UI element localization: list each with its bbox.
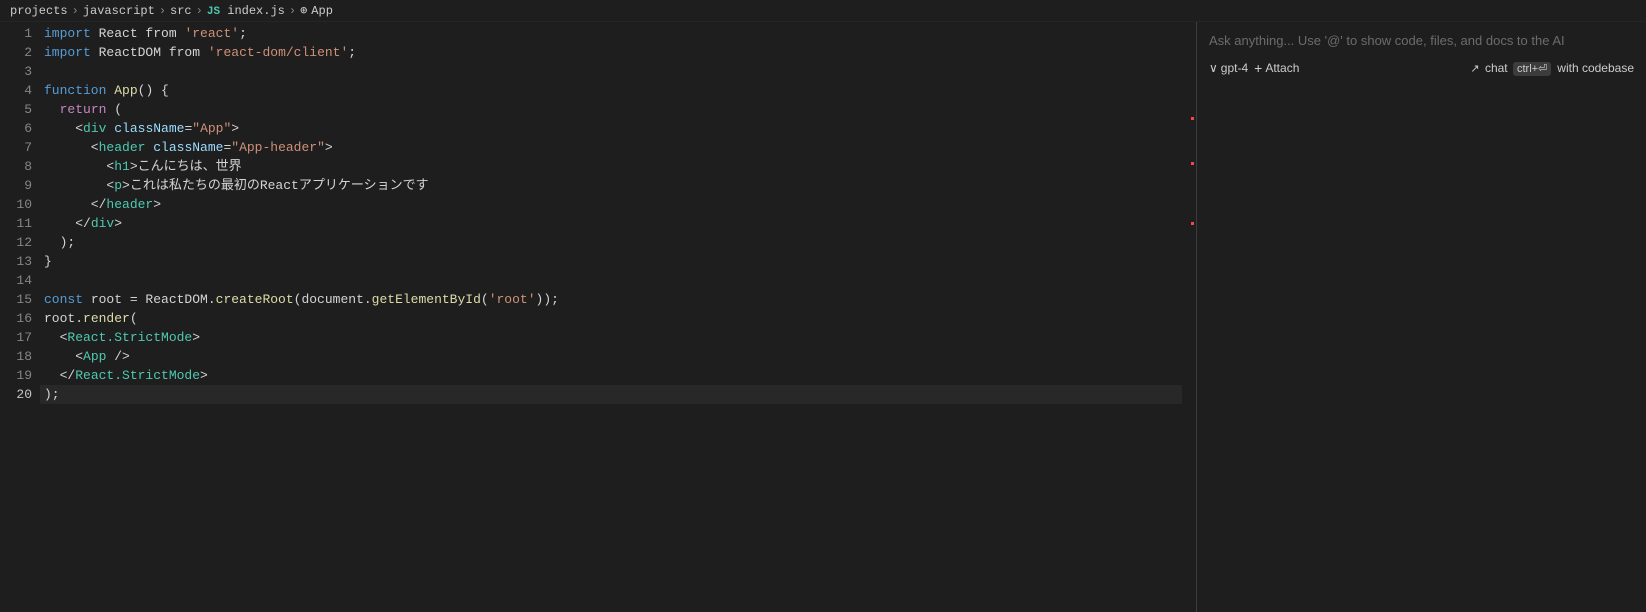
plus-icon: +: [1254, 60, 1262, 76]
line-number: 18: [16, 347, 32, 366]
line-number: 6: [16, 119, 32, 138]
line-number: 1: [16, 24, 32, 43]
line-number: 20: [16, 385, 32, 404]
line-number: 2: [16, 43, 32, 62]
ai-codebase-label: with codebase: [1557, 61, 1634, 75]
code-line: </header>: [40, 195, 1182, 214]
code-line: const root = ReactDOM.createRoot(documen…: [40, 290, 1182, 309]
code-line: );: [40, 233, 1182, 252]
code-line: <App />: [40, 347, 1182, 366]
scroll-marker-2: [1191, 162, 1194, 165]
editor-panel: 1234567891011121314151617181920 import R…: [0, 22, 1196, 612]
code-line: <header className="App-header">: [40, 138, 1182, 157]
ai-attach-label: Attach: [1265, 61, 1299, 75]
code-line: <h1>こんにちは、世界: [40, 157, 1182, 176]
breadcrumb-projects[interactable]: projects: [10, 4, 68, 18]
code-line: import ReactDOM from 'react-dom/client';: [40, 43, 1182, 62]
line-number: 10: [16, 195, 32, 214]
ai-kbd-shortcut: ctrl+⏎: [1513, 62, 1551, 76]
code-line: </React.StrictMode>: [40, 366, 1182, 385]
ai-input-placeholder[interactable]: Ask anything... Use '@' to show code, fi…: [1209, 32, 1634, 50]
ai-chat-label: chat: [1485, 61, 1508, 75]
chevron-down-icon: ∨: [1209, 61, 1218, 75]
code-line: );: [40, 385, 1182, 404]
main-container: projects › javascript › src › JS index.j…: [0, 0, 1646, 612]
breadcrumb: projects › javascript › src › JS index.j…: [0, 0, 1646, 22]
ai-model-label: gpt-4: [1221, 61, 1248, 75]
minimap: [1182, 22, 1196, 612]
line-number: 12: [16, 233, 32, 252]
line-number: 13: [16, 252, 32, 271]
ai-chat-button[interactable]: ↗ chat ctrl+⏎: [1470, 61, 1551, 75]
code-line: [40, 62, 1182, 81]
ai-toolbar: ∨ gpt-4 + Attach ↗ chat ctrl+⏎ with code…: [1209, 60, 1634, 76]
code-line: <React.StrictMode>: [40, 328, 1182, 347]
breadcrumb-indexjs[interactable]: JS index.js: [207, 4, 285, 18]
line-number: 7: [16, 138, 32, 157]
scroll-marker-1: [1191, 117, 1194, 120]
line-number: 5: [16, 100, 32, 119]
code-container: 1234567891011121314151617181920 import R…: [0, 22, 1196, 612]
code-line: <div className="App">: [40, 119, 1182, 138]
line-number: 17: [16, 328, 32, 347]
line-number: 11: [16, 214, 32, 233]
line-numbers: 1234567891011121314151617181920: [0, 22, 40, 612]
code-line: [40, 271, 1182, 290]
ai-attach-button[interactable]: + Attach: [1254, 60, 1299, 76]
code-lines[interactable]: import React from 'react';import ReactDO…: [40, 22, 1182, 612]
code-line: }: [40, 252, 1182, 271]
breadcrumb-src[interactable]: src: [170, 4, 192, 18]
line-number: 9: [16, 176, 32, 195]
line-number: 4: [16, 81, 32, 100]
breadcrumb-app[interactable]: App: [311, 4, 333, 18]
code-line: <p>これは私たちの最初のReactアプリケーションです: [40, 176, 1182, 195]
scroll-marker-3: [1191, 222, 1194, 225]
line-number: 16: [16, 309, 32, 328]
line-number: 3: [16, 62, 32, 81]
code-line: </div>: [40, 214, 1182, 233]
line-number: 8: [16, 157, 32, 176]
content-area: 1234567891011121314151617181920 import R…: [0, 22, 1646, 612]
ai-codebase-button[interactable]: with codebase: [1557, 61, 1634, 75]
line-number: 14: [16, 271, 32, 290]
code-line: return (: [40, 100, 1182, 119]
line-number: 19: [16, 366, 32, 385]
code-line: root.render(: [40, 309, 1182, 328]
code-line: function App() {: [40, 81, 1182, 100]
line-number: 15: [16, 290, 32, 309]
ai-model-selector[interactable]: ∨ gpt-4: [1209, 61, 1248, 75]
ai-panel: Ask anything... Use '@' to show code, fi…: [1196, 22, 1646, 612]
breadcrumb-javascript[interactable]: javascript: [83, 4, 155, 18]
code-line: import React from 'react';: [40, 24, 1182, 43]
